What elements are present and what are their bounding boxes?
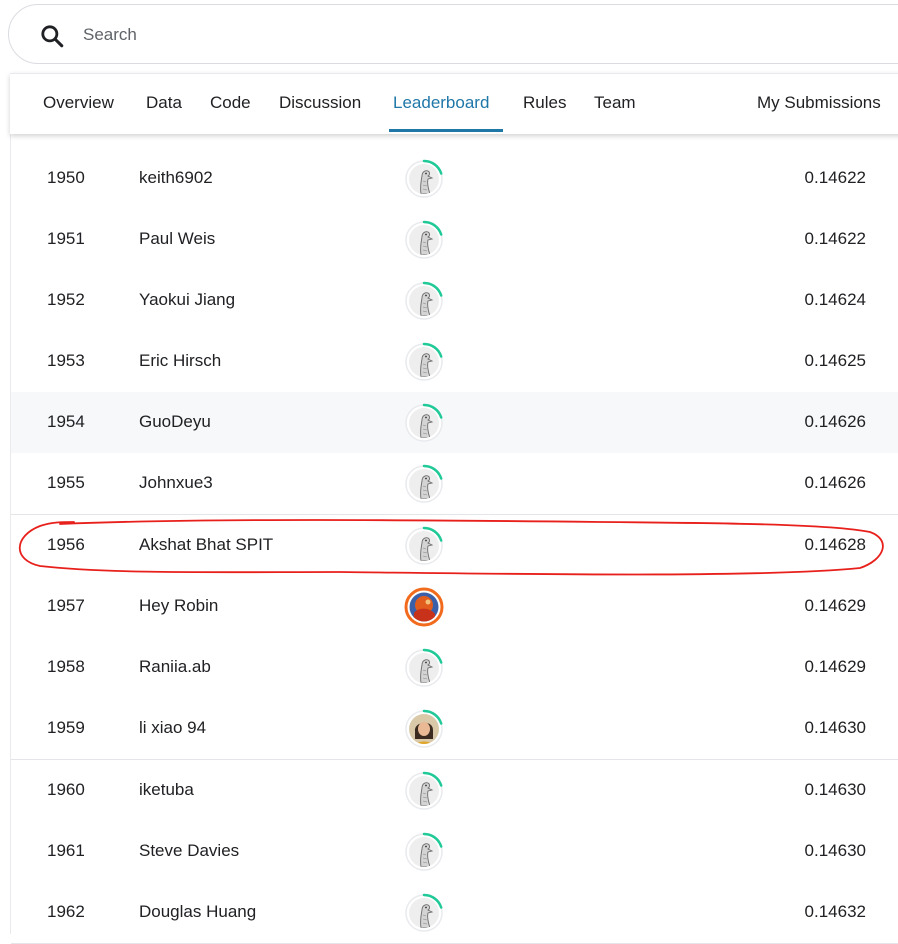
search-bar[interactable] xyxy=(8,4,898,64)
rank-cell: 1959 xyxy=(47,718,85,737)
avatar[interactable] xyxy=(404,159,444,199)
score-cell: 0.14629 xyxy=(804,596,866,615)
team-name-link[interactable]: Steve Davies xyxy=(139,841,239,861)
avatar[interactable] xyxy=(404,709,444,749)
tab-bar: Overview Data Code Discussion Leaderboar… xyxy=(10,73,898,134)
table-row[interactable]: 1950 keith6902 0.14622 xyxy=(11,148,898,210)
tab-discussion[interactable]: Discussion xyxy=(279,93,361,113)
table-row[interactable]: 1951 Paul Weis 0.14622 xyxy=(11,209,898,271)
rank-cell: 1955 xyxy=(47,473,85,492)
avatar[interactable] xyxy=(404,220,444,260)
score-cell: 0.14630 xyxy=(804,841,866,860)
team-name-link[interactable]: iketuba xyxy=(139,780,194,800)
rank-cell: 1962 xyxy=(47,902,85,921)
table-row[interactable]: 1962 Douglas Huang 0.14632 xyxy=(11,882,898,944)
score-cell: 0.14626 xyxy=(804,412,866,431)
table-row[interactable]: 1961 Steve Davies 0.14630 xyxy=(11,821,898,883)
rank-cell: 1961 xyxy=(47,841,85,860)
tab-code[interactable]: Code xyxy=(210,93,251,113)
table-row[interactable]: 1956 Akshat Bhat SPIT 0.14628 xyxy=(11,515,898,577)
team-name-link[interactable]: li xiao 94 xyxy=(139,718,206,738)
team-name-link[interactable]: Yaokui Jiang xyxy=(139,290,235,310)
rank-cell: 1958 xyxy=(47,657,85,676)
avatar[interactable] xyxy=(404,526,444,566)
avatar[interactable] xyxy=(404,771,444,811)
score-cell: 0.14632 xyxy=(804,902,866,921)
rank-cell: 1951 xyxy=(47,229,85,248)
score-cell: 0.14628 xyxy=(804,535,866,554)
score-cell: 0.14630 xyxy=(804,718,866,737)
avatar[interactable] xyxy=(404,464,444,504)
score-cell: 0.14629 xyxy=(804,657,866,676)
team-name-link[interactable]: GuoDeyu xyxy=(139,412,211,432)
tab-overview[interactable]: Overview xyxy=(43,93,114,113)
table-row[interactable]: 1955 Johnxue3 0.14626 xyxy=(11,453,898,515)
leaderboard-table: 1950 keith6902 0.14622 1951 Paul Weis 0.146… xyxy=(10,133,898,944)
rank-cell: 1952 xyxy=(47,290,85,309)
avatar[interactable] xyxy=(404,281,444,321)
table-row[interactable]: 1952 Yaokui Jiang 0.14624 xyxy=(11,270,898,332)
score-cell: 0.14625 xyxy=(804,351,866,370)
team-name-link[interactable]: Hey Robin xyxy=(139,596,218,616)
team-name-link[interactable]: Akshat Bhat SPIT xyxy=(139,535,273,555)
avatar[interactable] xyxy=(404,403,444,443)
score-cell: 0.14626 xyxy=(804,473,866,492)
table-row[interactable]: 1958 Raniia.ab 0.14629 xyxy=(11,637,898,699)
table-row[interactable]: 1957 Hey Robin 0.14629 xyxy=(11,576,898,638)
score-cell: 0.14622 xyxy=(804,168,866,187)
table-row[interactable]: 1954 GuoDeyu 0.14626 xyxy=(11,392,898,454)
search-icon xyxy=(41,25,64,48)
table-row[interactable]: 1960 iketuba 0.14630 xyxy=(11,760,898,822)
score-cell: 0.14622 xyxy=(804,229,866,248)
avatar[interactable] xyxy=(404,342,444,382)
tab-data[interactable]: Data xyxy=(146,93,182,113)
rank-cell: 1960 xyxy=(47,780,85,799)
team-name-link[interactable]: Eric Hirsch xyxy=(139,351,221,371)
avatar[interactable] xyxy=(404,893,444,933)
search-input[interactable] xyxy=(83,23,483,47)
rank-cell: 1950 xyxy=(47,168,85,187)
team-name-link[interactable]: Paul Weis xyxy=(139,229,215,249)
team-name-link[interactable]: Douglas Huang xyxy=(139,902,256,922)
table-row[interactable]: 1959 li xiao 94 0.14630 xyxy=(11,698,898,760)
score-cell: 0.14630 xyxy=(804,780,866,799)
team-name-link[interactable]: Raniia.ab xyxy=(139,657,211,677)
rank-cell: 1954 xyxy=(47,412,85,431)
avatar[interactable] xyxy=(404,648,444,688)
table-row[interactable]: 1953 Eric Hirsch 0.14625 xyxy=(11,331,898,393)
rank-cell: 1957 xyxy=(47,596,85,615)
avatar[interactable] xyxy=(404,587,444,627)
tab-team[interactable]: Team xyxy=(594,93,636,113)
tab-rules[interactable]: Rules xyxy=(523,93,566,113)
tab-my-submissions[interactable]: My Submissions xyxy=(757,93,881,113)
team-name-link[interactable]: keith6902 xyxy=(139,168,213,188)
team-name-link[interactable]: Johnxue3 xyxy=(139,473,213,493)
rank-cell: 1956 xyxy=(47,535,85,554)
avatar[interactable] xyxy=(404,832,444,872)
active-tab-indicator xyxy=(389,129,503,132)
score-cell: 0.14624 xyxy=(804,290,866,309)
rank-cell: 1953 xyxy=(47,351,85,370)
tab-leaderboard[interactable]: Leaderboard xyxy=(393,93,489,113)
